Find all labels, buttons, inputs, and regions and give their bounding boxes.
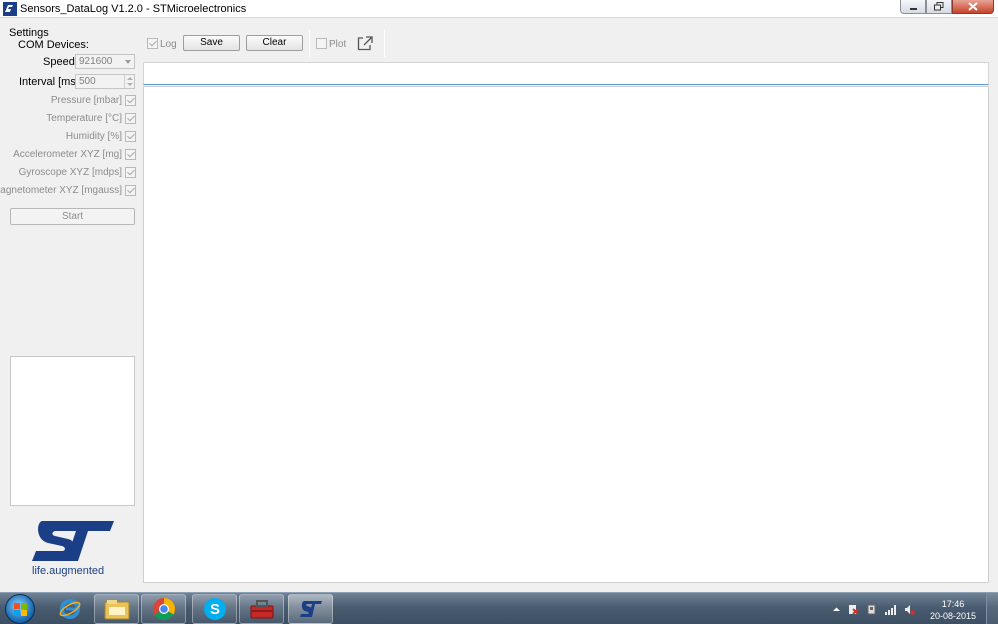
start-button[interactable]: Start xyxy=(10,208,135,225)
sensor-label: Temperature [°C] xyxy=(46,113,122,124)
sensor-label: Pressure [mbar] xyxy=(50,95,122,106)
skype-icon: S xyxy=(203,598,226,620)
check-icon xyxy=(127,131,135,140)
gyroscope-checkbox[interactable] xyxy=(125,167,136,178)
internet-explorer-icon xyxy=(59,599,80,619)
taskbar-app-ie[interactable] xyxy=(47,594,92,624)
show-desktop-button[interactable] xyxy=(986,593,998,624)
sensor-row-gyroscope: Gyroscope XYZ [mdps] xyxy=(0,166,140,180)
close-icon xyxy=(968,2,978,11)
svg-text:S: S xyxy=(209,601,219,618)
sensor-label: Magnetometer XYZ [mgauss] xyxy=(0,185,122,196)
check-icon xyxy=(127,95,135,104)
plot-checkbox[interactable] xyxy=(316,38,327,49)
chevron-up-icon[interactable] xyxy=(831,604,842,615)
file-explorer-icon xyxy=(104,600,129,620)
log-checkbox[interactable] xyxy=(147,38,158,49)
window-title: Sensors_DataLog V1.2.0 - STMicroelectron… xyxy=(20,3,247,15)
save-button[interactable]: Save xyxy=(183,35,240,51)
interval-value: 500 xyxy=(79,76,96,87)
windows-flag-icon xyxy=(14,603,27,616)
sensor-label: Humidity [%] xyxy=(65,131,122,142)
toolbox-icon xyxy=(250,600,273,619)
start-button-orb[interactable] xyxy=(5,594,35,624)
interval-label: Interval [ms]: xyxy=(19,76,82,88)
check-icon xyxy=(127,149,135,158)
taskbar-app-explorer[interactable] xyxy=(94,594,139,624)
check-icon xyxy=(127,167,135,176)
clock-time: 17:46 xyxy=(941,599,965,609)
sensor-label: Accelerometer XYZ [mg] xyxy=(13,149,122,160)
settings-title: Settings xyxy=(9,27,49,39)
toolbar-separator xyxy=(384,30,385,57)
chrome-icon xyxy=(152,598,175,620)
sensor-row-temperature: Temperature [°C] xyxy=(0,112,140,126)
check-icon xyxy=(127,113,135,122)
com-devices-label: COM Devices: xyxy=(18,39,89,51)
settings-panel: Settings COM Devices: Speed: 921600 Inte… xyxy=(0,19,140,589)
network-icon[interactable] xyxy=(885,604,896,615)
speed-select[interactable]: 921600 xyxy=(75,54,135,69)
action-center-flag-icon[interactable] xyxy=(848,604,859,615)
restore-icon xyxy=(934,2,944,11)
speed-value: 921600 xyxy=(79,56,113,67)
magnetometer-checkbox[interactable] xyxy=(125,185,136,196)
device-info-box xyxy=(10,356,135,506)
pressure-checkbox[interactable] xyxy=(125,95,136,106)
interval-spinbox[interactable]: 500 xyxy=(75,74,135,89)
st-logo-tagline: life.augmented xyxy=(32,565,105,577)
sensor-row-pressure: Pressure [mbar] xyxy=(0,94,140,108)
taskbar-app-st-datalog[interactable] xyxy=(288,594,333,624)
log-output-area[interactable] xyxy=(143,86,989,583)
taskbar-app-toolbox[interactable] xyxy=(239,594,284,624)
clear-button[interactable]: Clear xyxy=(246,35,303,51)
popout-icon[interactable] xyxy=(357,36,373,51)
taskbar: S 17:46 20-08-2015 xyxy=(0,592,998,624)
plot-label: Plot xyxy=(329,39,347,50)
st-app-icon xyxy=(3,2,17,16)
spinner-arrows-icon[interactable] xyxy=(124,75,134,88)
st-app-icon xyxy=(299,601,322,617)
close-button[interactable] xyxy=(952,0,994,14)
sensor-row-magnetometer: Magnetometer XYZ [mgauss] xyxy=(0,184,140,198)
taskbar-app-skype[interactable]: S xyxy=(192,594,237,624)
maximize-button[interactable] xyxy=(926,0,952,14)
log-header-field[interactable] xyxy=(143,62,989,85)
sensor-row-humidity: Humidity [%] xyxy=(0,130,140,144)
minimize-icon xyxy=(909,7,917,10)
temperature-checkbox[interactable] xyxy=(125,113,136,124)
check-icon xyxy=(127,185,135,194)
taskbar-app-chrome[interactable] xyxy=(141,594,186,624)
sensor-row-accelerometer: Accelerometer XYZ [mg] xyxy=(0,148,140,162)
st-logo: life.augmented xyxy=(28,519,118,579)
clock[interactable]: 17:46 20-08-2015 xyxy=(928,598,978,622)
window-controls xyxy=(900,0,994,14)
minimize-button[interactable] xyxy=(900,0,926,14)
title-bar: Sensors_DataLog V1.2.0 - STMicroelectron… xyxy=(0,0,998,18)
speed-label: Speed: xyxy=(43,56,78,68)
clock-date: 20-08-2015 xyxy=(929,611,977,621)
power-plug-icon[interactable] xyxy=(866,604,877,615)
toolbar-separator xyxy=(309,30,310,57)
accelerometer-checkbox[interactable] xyxy=(125,149,136,160)
chevron-down-icon xyxy=(125,60,131,64)
check-icon xyxy=(149,38,157,47)
sensor-label: Gyroscope XYZ [mdps] xyxy=(18,167,122,178)
log-label: Log xyxy=(160,39,177,50)
humidity-checkbox[interactable] xyxy=(125,131,136,142)
st-logo-icon xyxy=(32,521,114,561)
volume-muted-icon[interactable] xyxy=(904,604,915,615)
system-tray: 17:46 20-08-2015 xyxy=(828,593,998,624)
